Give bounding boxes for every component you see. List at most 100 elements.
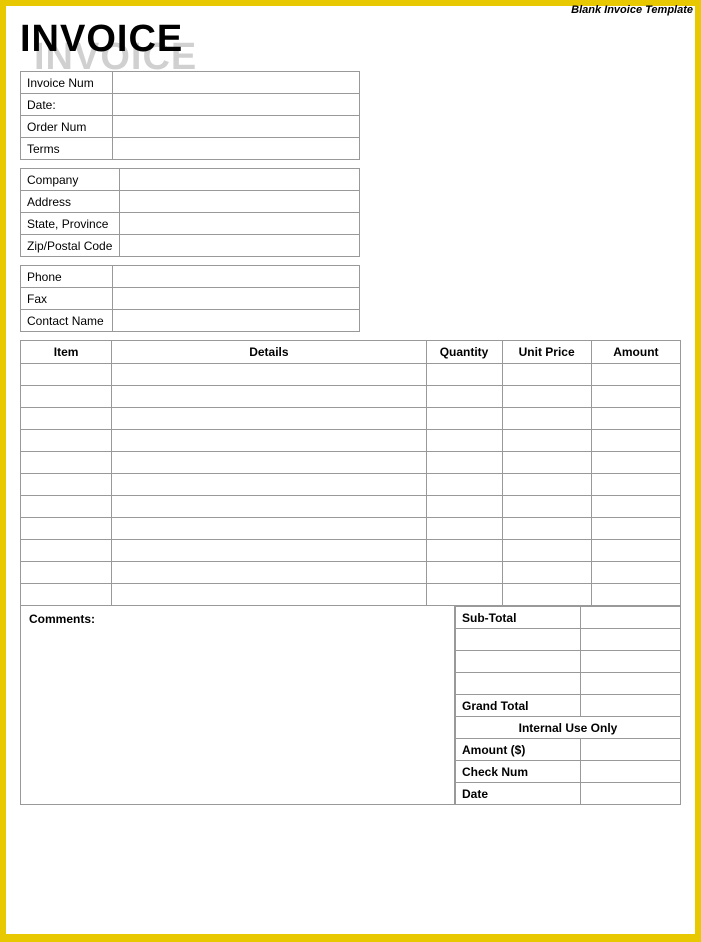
phone-label: Phone xyxy=(21,266,113,288)
subtotal-row: Sub-Total xyxy=(456,607,681,629)
item-row-1-cell-0[interactable] xyxy=(21,386,112,408)
items-table: Item Details Quantity Unit Price Amount xyxy=(20,340,681,606)
zip-value[interactable] xyxy=(119,235,359,257)
item-row-8-cell-4[interactable] xyxy=(591,540,680,562)
item-row-8-cell-2[interactable] xyxy=(426,540,502,562)
subtotal-value[interactable] xyxy=(581,607,681,629)
item-row-1-cell-4[interactable] xyxy=(591,386,680,408)
item-row-4-cell-4[interactable] xyxy=(591,452,680,474)
item-row-3-cell-1[interactable] xyxy=(112,430,426,452)
item-row-10-cell-4[interactable] xyxy=(591,584,680,606)
terms-value[interactable] xyxy=(113,138,360,160)
order-num-value[interactable] xyxy=(113,116,360,138)
fax-value[interactable] xyxy=(113,288,360,310)
item-row-10-cell-0[interactable] xyxy=(21,584,112,606)
table-row xyxy=(21,386,681,408)
item-row-10-cell-3[interactable] xyxy=(502,584,591,606)
grand-total-value[interactable] xyxy=(581,695,681,717)
item-row-1-cell-1[interactable] xyxy=(112,386,426,408)
item-row-6-cell-2[interactable] xyxy=(426,496,502,518)
state-value[interactable] xyxy=(119,213,359,235)
item-row-2-cell-3[interactable] xyxy=(502,408,591,430)
item-row-0-cell-4[interactable] xyxy=(591,364,680,386)
date-value[interactable] xyxy=(113,94,360,116)
item-row-7-cell-2[interactable] xyxy=(426,518,502,540)
item-row-9-cell-4[interactable] xyxy=(591,562,680,584)
grand-total-row: Grand Total xyxy=(456,695,681,717)
item-row-4-cell-0[interactable] xyxy=(21,452,112,474)
zip-row: Zip/Postal Code xyxy=(21,235,360,257)
phone-value[interactable] xyxy=(113,266,360,288)
table-row xyxy=(21,584,681,606)
item-row-6-cell-0[interactable] xyxy=(21,496,112,518)
item-row-5-cell-0[interactable] xyxy=(21,474,112,496)
amount-row: Amount ($) xyxy=(456,739,681,761)
item-row-7-cell-4[interactable] xyxy=(591,518,680,540)
item-row-0-cell-2[interactable] xyxy=(426,364,502,386)
item-row-5-cell-2[interactable] xyxy=(426,474,502,496)
company-info-table: Company Address State, Province Zip/Post… xyxy=(20,168,360,257)
header-area: INVOICE INVOICE xyxy=(20,18,681,61)
table-row xyxy=(21,474,681,496)
col-header-details: Details xyxy=(112,341,426,364)
check-value[interactable] xyxy=(581,761,681,783)
terms-label: Terms xyxy=(21,138,113,160)
item-row-2-cell-2[interactable] xyxy=(426,408,502,430)
item-row-3-cell-0[interactable] xyxy=(21,430,112,452)
contact-name-value[interactable] xyxy=(113,310,360,332)
comments-area[interactable]: Comments: xyxy=(20,606,455,805)
item-row-4-cell-3[interactable] xyxy=(502,452,591,474)
item-row-9-cell-3[interactable] xyxy=(502,562,591,584)
blank-label-2 xyxy=(456,651,581,673)
item-row-4-cell-2[interactable] xyxy=(426,452,502,474)
fax-row: Fax xyxy=(21,288,360,310)
item-row-5-cell-1[interactable] xyxy=(112,474,426,496)
item-row-8-cell-3[interactable] xyxy=(502,540,591,562)
blank-value-3[interactable] xyxy=(581,673,681,695)
item-row-4-cell-1[interactable] xyxy=(112,452,426,474)
col-header-amount: Amount xyxy=(591,341,680,364)
item-row-2-cell-4[interactable] xyxy=(591,408,680,430)
item-row-0-cell-1[interactable] xyxy=(112,364,426,386)
item-row-10-cell-2[interactable] xyxy=(426,584,502,606)
address-value[interactable] xyxy=(119,191,359,213)
item-row-8-cell-0[interactable] xyxy=(21,540,112,562)
check-row: Check Num xyxy=(456,761,681,783)
state-label: State, Province xyxy=(21,213,120,235)
company-value[interactable] xyxy=(119,169,359,191)
item-row-10-cell-1[interactable] xyxy=(112,584,426,606)
item-row-6-cell-4[interactable] xyxy=(591,496,680,518)
item-row-9-cell-0[interactable] xyxy=(21,562,112,584)
item-row-7-cell-3[interactable] xyxy=(502,518,591,540)
subtotal-label: Sub-Total xyxy=(456,607,581,629)
item-row-5-cell-3[interactable] xyxy=(502,474,591,496)
item-row-9-cell-1[interactable] xyxy=(112,562,426,584)
address-label: Address xyxy=(21,191,120,213)
blank-value-2[interactable] xyxy=(581,651,681,673)
internal-use-row: Internal Use Only xyxy=(456,717,681,739)
totals-date-value[interactable] xyxy=(581,783,681,805)
item-row-6-cell-3[interactable] xyxy=(502,496,591,518)
item-row-0-cell-0[interactable] xyxy=(21,364,112,386)
blank-row-1 xyxy=(456,629,681,651)
item-row-3-cell-4[interactable] xyxy=(591,430,680,452)
blank-label-3 xyxy=(456,673,581,695)
item-row-2-cell-0[interactable] xyxy=(21,408,112,430)
totals-date-row: Date xyxy=(456,783,681,805)
item-row-7-cell-0[interactable] xyxy=(21,518,112,540)
item-row-0-cell-3[interactable] xyxy=(502,364,591,386)
item-row-2-cell-1[interactable] xyxy=(112,408,426,430)
page-wrapper: Blank Invoice Template INVOICE INVOICE I… xyxy=(0,0,701,942)
item-row-6-cell-1[interactable] xyxy=(112,496,426,518)
item-row-3-cell-2[interactable] xyxy=(426,430,502,452)
item-row-9-cell-2[interactable] xyxy=(426,562,502,584)
amount-value[interactable] xyxy=(581,739,681,761)
item-row-8-cell-1[interactable] xyxy=(112,540,426,562)
item-row-3-cell-3[interactable] xyxy=(502,430,591,452)
date-row: Date: xyxy=(21,94,360,116)
blank-value-1[interactable] xyxy=(581,629,681,651)
item-row-1-cell-3[interactable] xyxy=(502,386,591,408)
item-row-5-cell-4[interactable] xyxy=(591,474,680,496)
item-row-7-cell-1[interactable] xyxy=(112,518,426,540)
item-row-1-cell-2[interactable] xyxy=(426,386,502,408)
